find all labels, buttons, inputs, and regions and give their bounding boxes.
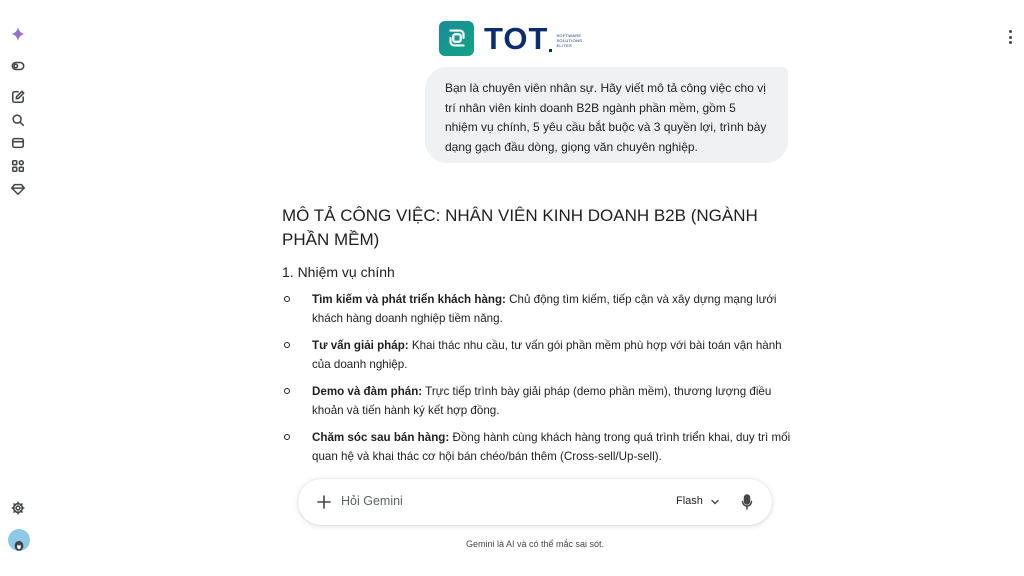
bullet-icon xyxy=(284,388,290,394)
more-options-icon[interactable] xyxy=(1005,30,1015,44)
logo-subtitle: SOFTWARE SOLUTIONS ELITES xyxy=(556,32,583,48)
section-heading: 1. Nhiệm vụ chính xyxy=(282,264,395,280)
diamond-icon[interactable] xyxy=(11,182,25,196)
left-rail xyxy=(0,0,36,576)
add-attachment-icon[interactable] xyxy=(315,493,333,511)
list-item: Chăm sóc sau bán hàng: Đồng hành cùng kh… xyxy=(282,428,792,466)
toggle-sidebar-icon[interactable] xyxy=(11,59,25,73)
disclaimer-text: Gemini là AI và có thể mắc sai sót. xyxy=(465,539,605,549)
prompt-input-box[interactable]: Hỏi Gemini Flash xyxy=(298,479,772,525)
new-chat-icon[interactable] xyxy=(11,90,25,104)
logo-dot xyxy=(549,48,553,52)
bullet-icon xyxy=(284,342,290,348)
user-message: Bạn là chuyên viên nhân sự. Hãy viết mô … xyxy=(425,67,788,163)
logo-text: TOT xyxy=(484,20,549,56)
model-response: MÔ TẢ CÔNG VIỆC: NHÂN VIÊN KINH DOANH B2… xyxy=(282,204,792,474)
item-label: Demo và đàm phán: xyxy=(312,385,423,398)
logo-mark-icon xyxy=(439,20,474,56)
settings-icon[interactable] xyxy=(11,501,25,515)
response-title: MÔ TẢ CÔNG VIỆC: NHÂN VIÊN KINH DOANH B2… xyxy=(282,206,758,249)
gemini-spark-icon[interactable] xyxy=(11,27,25,41)
microphone-icon[interactable] xyxy=(741,494,753,510)
model-selector-label[interactable]: Flash xyxy=(676,495,703,507)
list-item: Tư vấn giải pháp: Khai thác nhu cầu, tư … xyxy=(282,336,792,374)
list-item: Tìm kiếm và phát triển khách hàng: Chủ đ… xyxy=(282,290,792,328)
prompt-input[interactable]: Hỏi Gemini xyxy=(341,494,403,508)
bullet-icon xyxy=(284,296,290,302)
bullet-icon xyxy=(284,434,290,440)
gems-icon[interactable] xyxy=(11,136,25,150)
item-label: Tư vấn giải pháp: xyxy=(312,339,409,352)
chevron-down-icon[interactable] xyxy=(710,497,720,507)
duty-list: Tìm kiếm và phát triển khách hàng: Chủ đ… xyxy=(282,290,792,466)
item-label: Tìm kiếm và phát triển khách hàng: xyxy=(312,293,506,306)
apps-icon[interactable] xyxy=(11,159,25,173)
item-label: Chăm sóc sau bán hàng: xyxy=(312,431,450,444)
list-item: Demo và đàm phán: Trực tiếp trình bày gi… xyxy=(282,382,792,420)
search-icon[interactable] xyxy=(11,113,25,127)
company-logo: TOT SOFTWARE SOLUTIONS ELITES xyxy=(439,20,592,56)
